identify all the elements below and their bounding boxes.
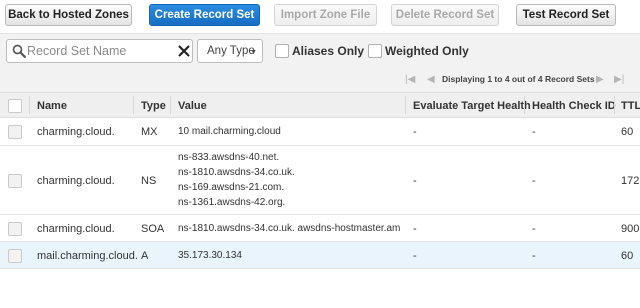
first-page-icon[interactable]: |◀ [405,74,415,85]
test-record-set-button[interactable]: Test Record Set [516,4,616,26]
column-header-value[interactable]: Value [178,93,207,119]
record-name: mail.charming.cloud. [37,250,138,262]
select-all-checkbox[interactable] [8,99,22,113]
record-name: charming.cloud. [37,126,115,138]
create-record-set-button[interactable]: Create Record Set [149,4,260,26]
aliases-only-label: Aliases Only [292,44,365,58]
last-page-icon[interactable]: ▶| [614,74,624,85]
table-header: Name Type Value Evaluate Target Health H… [0,92,640,118]
record-value-line: ns-1361.awsdns-42.org. [178,197,286,208]
row-checkbox[interactable] [8,125,22,139]
evaluate-target-health: - [413,126,417,138]
table-row[interactable]: charming.cloud. SOA ns-1810.awsdns-34.co… [0,215,640,242]
filter-bar: Any Type ▼ Aliases Only Weighted Only [0,33,640,68]
search-input[interactable] [27,41,177,61]
pagination-bar: |◀ ◀ Displaying 1 to 4 out of 4 Record S… [0,68,640,92]
evaluate-target-health: - [413,175,417,187]
back-to-hosted-zones-button[interactable]: Back to Hosted Zones [5,4,132,26]
health-check-id: - [532,126,536,138]
table-row[interactable]: mail.charming.cloud. A 35.173.30.134 - -… [0,242,640,269]
record-type: SOA [141,223,165,235]
record-type-select[interactable]: Any Type ▼ [197,39,263,63]
record-value-line: ns-833.awsdns-40.net. [178,152,280,163]
record-type: A [141,250,149,262]
record-name: charming.cloud. [37,223,115,235]
record-value-line: ns-1810.awsdns-34.co.uk. awsdns-hostmast… [178,223,400,234]
record-name: charming.cloud. [37,175,115,187]
next-page-icon[interactable]: ▶ [596,74,604,85]
row-checkbox[interactable] [8,222,22,236]
delete-record-set-button[interactable]: Delete Record Set [391,4,499,26]
health-check-id: - [532,250,536,262]
table-row[interactable]: charming.cloud. MX 10 mail.charming.clou… [0,118,640,146]
search-icon [12,44,26,58]
health-check-id: - [532,223,536,235]
clear-search-icon[interactable] [177,44,191,58]
row-checkbox[interactable] [8,249,22,263]
record-value: ns-1810.awsdns-34.co.uk. awsdns-hostmast… [178,221,400,236]
record-ttl: 60 [621,250,634,262]
record-type: NS [141,175,157,187]
weighted-only-label: Weighted Only [385,44,469,58]
column-header-health-check-id[interactable]: Health Check ID [532,93,616,119]
row-checkbox[interactable] [8,174,22,188]
record-ttl: 172 [621,175,640,187]
evaluate-target-health: - [413,223,417,235]
import-zone-file-button[interactable]: Import Zone File [274,4,377,26]
record-value-line: 10 mail.charming.cloud [178,126,281,137]
evaluate-target-health: - [413,250,417,262]
column-header-ttl[interactable]: TTL [621,93,640,119]
previous-page-icon[interactable]: ◀ [427,74,435,85]
weighted-only-checkbox[interactable] [368,44,382,58]
toolbar: Back to Hosted Zones Create Record Set I… [0,0,640,32]
column-header-type[interactable]: Type [141,93,166,119]
record-value-line: 35.173.30.134 [178,250,242,261]
record-ttl: 900 [621,223,640,235]
record-value: 35.173.30.134 [178,248,400,263]
table-row[interactable]: charming.cloud. NS ns-833.awsdns-40.net.… [0,146,640,215]
record-type-value: Any Type [207,45,255,57]
record-type: MX [141,126,158,138]
record-value-line: ns-169.awsdns-21.com. [178,182,285,193]
record-value: ns-833.awsdns-40.net. ns-1810.awsdns-34.… [178,150,400,210]
chevron-down-icon: ▼ [250,49,257,56]
pagination-summary: Displaying 1 to 4 out of 4 Record Sets [442,74,595,84]
column-header-evaluate-target-health[interactable]: Evaluate Target Health [413,93,531,119]
record-value: 10 mail.charming.cloud [178,124,400,139]
search-box [6,39,193,63]
column-header-name[interactable]: Name [37,93,67,119]
record-value-line: ns-1810.awsdns-34.co.uk. [178,167,295,178]
aliases-only-checkbox[interactable] [275,44,289,58]
record-ttl: 60 [621,126,634,138]
health-check-id: - [532,175,536,187]
